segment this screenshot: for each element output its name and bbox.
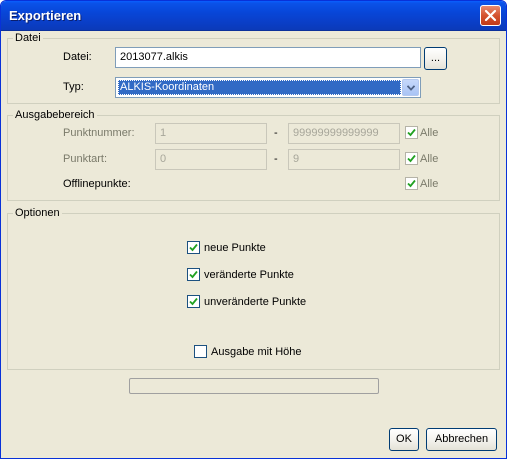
- close-button[interactable]: [480, 5, 501, 26]
- chevron-down-icon: [407, 85, 415, 91]
- progress-bar: [129, 378, 379, 394]
- punktnummer-to-input[interactable]: 99999999999999: [288, 123, 400, 144]
- checkmark-icon: [189, 243, 198, 252]
- ausgabe-mit-hoehe-checkbox[interactable]: [194, 345, 207, 358]
- neue-punkte-checkbox[interactable]: [187, 241, 200, 254]
- punktnummer-dash: -: [274, 127, 278, 139]
- dialog-body: Datei Datei: 2013077.alkis ... Typ: ALKI…: [4, 31, 503, 457]
- unveraenderte-punkte-label: unveränderte Punkte: [204, 296, 307, 308]
- optionen-group: Optionen neue Punkte veränderte Punkte u…: [7, 207, 500, 370]
- close-icon: [484, 9, 497, 22]
- export-dialog: Exportieren Datei Datei: 2013077.alkis .…: [0, 0, 507, 459]
- punktnummer-alle-label: Alle: [420, 127, 439, 139]
- optionen-legend: Optionen: [13, 207, 62, 219]
- veraenderte-punkte-checkbox[interactable]: [187, 268, 200, 281]
- punktart-from-input[interactable]: 0: [155, 149, 267, 170]
- punktnummer-from-input[interactable]: 1: [155, 123, 267, 144]
- checkmark-icon: [407, 179, 416, 188]
- punktart-dash: -: [274, 153, 278, 165]
- ausgabebereich-group: Ausgabebereich Punktnummer: 1 - 99999999…: [7, 109, 500, 201]
- datei-legend: Datei: [13, 32, 43, 44]
- ausgabebereich-legend: Ausgabebereich: [13, 109, 97, 121]
- type-select-value: ALKIS-Koordinaten: [118, 80, 401, 95]
- file-input[interactable]: 2013077.alkis: [115, 47, 421, 68]
- type-label: Typ:: [63, 81, 84, 93]
- punktart-alle-checkbox[interactable]: [405, 152, 418, 165]
- ausgabe-mit-hoehe-label: Ausgabe mit Höhe: [211, 346, 302, 358]
- offlinepunkte-alle-checkbox[interactable]: [405, 177, 418, 190]
- window-title: Exportieren: [9, 8, 82, 23]
- offlinepunkte-alle-label: Alle: [420, 178, 439, 190]
- cancel-button[interactable]: Abbrechen: [426, 428, 497, 451]
- veraenderte-punkte-label: veränderte Punkte: [204, 269, 294, 281]
- checkmark-icon: [189, 270, 198, 279]
- browse-button[interactable]: ...: [424, 47, 447, 70]
- punktnummer-label: Punktnummer:: [63, 127, 135, 139]
- checkmark-icon: [407, 154, 416, 163]
- punktart-alle-label: Alle: [420, 153, 439, 165]
- punktnummer-alle-checkbox[interactable]: [405, 126, 418, 139]
- offlinepunkte-label: Offlinepunkte:: [63, 178, 131, 190]
- file-label: Datei:: [63, 51, 92, 63]
- unveraenderte-punkte-checkbox[interactable]: [187, 295, 200, 308]
- dropdown-button[interactable]: [402, 79, 419, 96]
- punktart-to-input[interactable]: 9: [288, 149, 400, 170]
- title-bar[interactable]: Exportieren: [1, 1, 506, 31]
- ok-button[interactable]: OK: [389, 428, 419, 451]
- checkmark-icon: [189, 297, 198, 306]
- punktart-label: Punktart:: [63, 153, 108, 165]
- datei-group: Datei Datei: 2013077.alkis ... Typ: ALKI…: [7, 32, 500, 104]
- checkmark-icon: [407, 128, 416, 137]
- type-select[interactable]: ALKIS-Koordinaten: [115, 77, 421, 98]
- neue-punkte-label: neue Punkte: [204, 242, 266, 254]
